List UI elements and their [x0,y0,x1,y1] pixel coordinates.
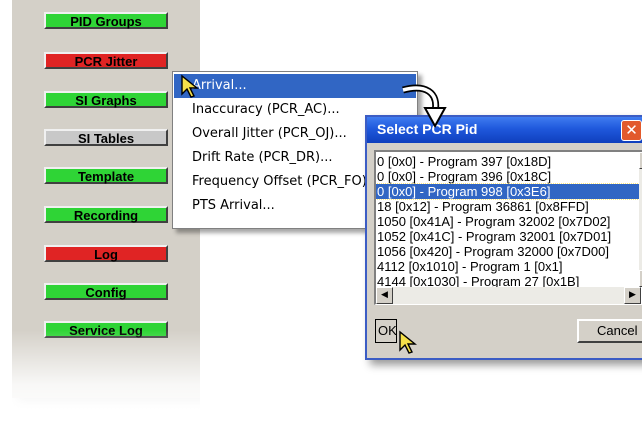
list-item[interactable]: 1052 [0x41C] - Program 32001 [0x7D01] [376,229,641,244]
ok-button[interactable]: OK [375,319,397,343]
panel-fade [12,330,200,421]
pid-groups-button[interactable]: PID Groups [44,12,168,29]
horizontal-scrollbar[interactable]: ◀ ▶ [376,287,641,304]
cancel-button[interactable]: Cancel [577,319,642,343]
log-button[interactable]: Log [44,245,168,262]
list-item-selected[interactable]: 0 [0x0] - Program 998 [0x3E6] [376,183,642,200]
si-tables-button[interactable]: SI Tables [44,129,168,146]
mouse-pointer-icon [181,74,199,98]
mouse-pointer-icon [399,330,417,354]
scroll-right-icon[interactable]: ▶ [624,287,641,304]
list-item[interactable]: 18 [0x12] - Program 36861 [0x8FFD] [376,199,641,214]
close-icon[interactable]: ✕ [621,120,642,141]
pid-listbox[interactable]: 0 [0x0] - Program 397 [0x18D] 0 [0x0] - … [374,150,642,305]
config-button[interactable]: Config [44,283,168,300]
pcr-jitter-button[interactable]: PCR Jitter [44,52,168,69]
menu-item-arrival[interactable]: Arrival... [174,74,416,98]
list-item[interactable]: 0 [0x0] - Program 397 [0x18D] [376,154,641,169]
list-item[interactable]: 0 [0x0] - Program 396 [0x18C] [376,169,641,184]
scroll-left-icon[interactable]: ◀ [376,287,393,304]
recording-button[interactable]: Recording [44,206,168,223]
template-button[interactable]: Template [44,167,168,184]
list-item[interactable]: 1056 [0x420] - Program 32000 [0x7D00] [376,244,641,259]
si-graphs-button[interactable]: SI Graphs [44,91,168,108]
list-item[interactable]: 4112 [0x1010] - Program 1 [0x1] [376,259,641,274]
select-pcr-pid-dialog: Select PCR Pid ✕ 0 [0x0] - Program 397 [… [365,115,642,360]
list-item[interactable]: 1050 [0x41A] - Program 32002 [0x7D02] [376,214,641,229]
curved-arrow-icon [402,84,447,129]
